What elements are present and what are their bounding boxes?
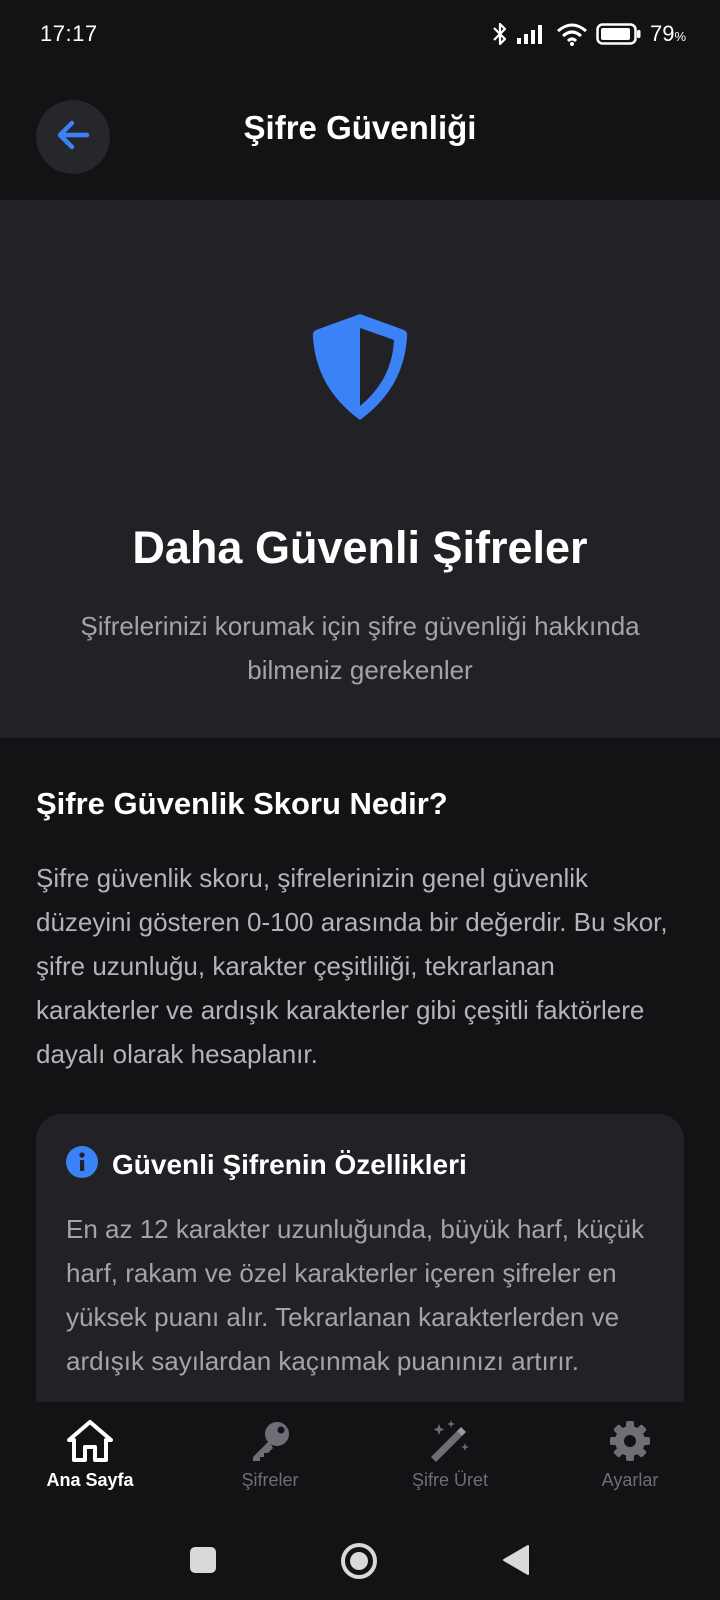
info-card: Güvenli Şifrenin Özellikleri En az 12 ka… bbox=[36, 1114, 684, 1414]
nav-item-generate[interactable]: Şifre Üret bbox=[360, 1402, 540, 1512]
battery-icon bbox=[596, 22, 642, 46]
system-nav-bar bbox=[0, 1512, 720, 1600]
section-title: Şifre Güvenlik Skoru Nedir? bbox=[36, 786, 448, 821]
status-bar: 17:17 79% bbox=[0, 0, 720, 68]
bottom-nav: Ana Sayfa Şifreler Şifre Üret Ayarlar bbox=[0, 1402, 720, 1512]
hero-title: Daha Güvenli Şifreler bbox=[132, 522, 588, 573]
section-body: Şifre güvenlik skoru, şifrelerinizin gen… bbox=[36, 863, 668, 1069]
nav-item-home[interactable]: Ana Sayfa bbox=[0, 1402, 180, 1512]
info-card-body: En az 12 karakter uzunluğunda, büyük har… bbox=[66, 1214, 645, 1376]
wifi-icon bbox=[556, 22, 588, 46]
page-title: Şifre Güvenliği bbox=[243, 109, 477, 146]
info-card-header: Güvenli Şifrenin Özellikleri bbox=[66, 1146, 654, 1183]
info-card-title: Güvenli Şifrenin Özellikleri bbox=[112, 1148, 467, 1180]
info-icon bbox=[66, 1146, 98, 1183]
battery-percent-symbol: % bbox=[674, 29, 686, 44]
nav-label-passwords: Şifreler bbox=[241, 1470, 299, 1490]
nav-item-passwords[interactable]: Şifreler bbox=[180, 1402, 360, 1512]
back-nav-button[interactable] bbox=[502, 1544, 530, 1581]
recents-button[interactable] bbox=[189, 1546, 217, 1579]
gear-icon bbox=[608, 1418, 652, 1464]
nav-label-generate: Şifre Üret bbox=[411, 1470, 489, 1490]
hero-section: Daha Güvenli Şifreler Şifrelerinizi koru… bbox=[0, 200, 720, 738]
home-button[interactable] bbox=[340, 1542, 378, 1585]
status-icons: 79% bbox=[492, 21, 686, 47]
app-header: Şifre Güvenliği bbox=[0, 80, 720, 200]
nav-item-settings[interactable]: Ayarlar bbox=[540, 1402, 720, 1512]
bluetooth-icon bbox=[492, 21, 508, 47]
nav-label-home: Ana Sayfa bbox=[46, 1470, 134, 1490]
nav-label-settings: Ayarlar bbox=[601, 1470, 659, 1490]
hero-subtitle: Şifrelerinizi korumak için şifre güvenli… bbox=[80, 611, 640, 685]
content-section: Şifre Güvenlik Skoru Nedir? Şifre güvenl… bbox=[36, 738, 684, 1076]
battery-percent: 79% bbox=[650, 21, 686, 47]
battery-percent-value: 79 bbox=[649, 21, 675, 46]
shield-icon bbox=[308, 310, 412, 429]
arrow-left-icon bbox=[56, 120, 90, 155]
home-icon bbox=[66, 1418, 114, 1464]
signal-icon bbox=[516, 23, 548, 45]
back-button[interactable] bbox=[36, 100, 110, 174]
status-time: 17:17 bbox=[40, 21, 98, 46]
magic-wand-icon bbox=[427, 1418, 473, 1464]
key-icon bbox=[248, 1418, 292, 1464]
